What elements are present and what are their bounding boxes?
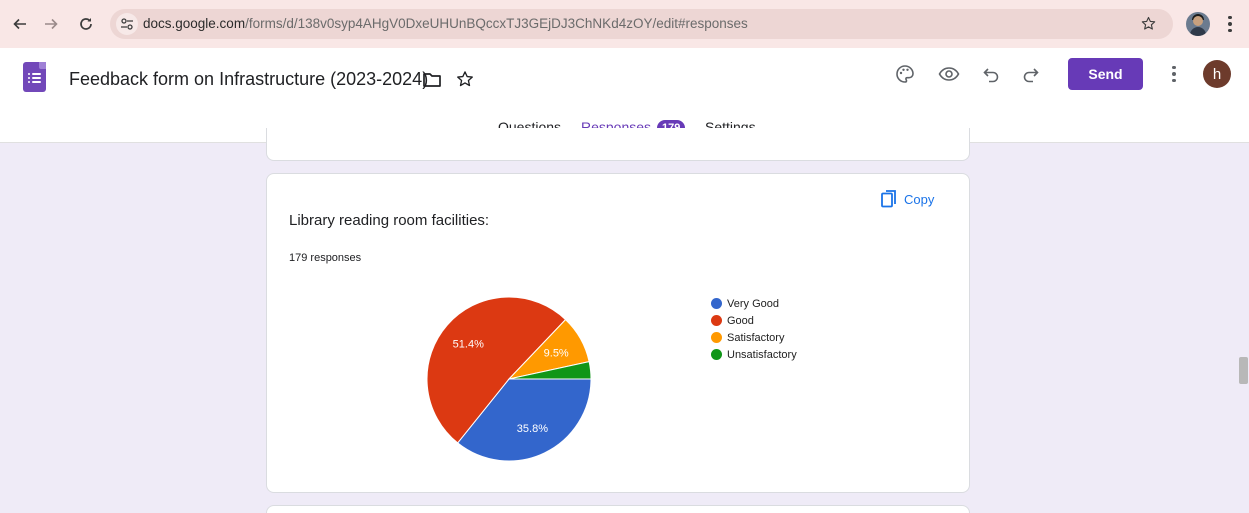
- legend-swatch: [711, 315, 722, 326]
- address-bar[interactable]: docs.google.com/forms/d/138v0syp4AHgV0Dx…: [110, 9, 1173, 39]
- pie-data-label: 35.8%: [517, 423, 548, 435]
- browser-menu-button[interactable]: [1222, 12, 1238, 36]
- legend-item[interactable]: Good: [711, 312, 797, 329]
- tune-icon: [121, 18, 133, 30]
- legend-swatch: [711, 332, 722, 343]
- more-options-button[interactable]: [1166, 62, 1182, 86]
- move-to-folder-button[interactable]: [420, 68, 444, 92]
- arrow-right-icon: [45, 18, 58, 30]
- legend-item[interactable]: Very Good: [711, 295, 797, 312]
- star-outline-icon: [457, 71, 473, 87]
- legend-label: Good: [727, 314, 754, 327]
- site-info-button[interactable]: [116, 13, 138, 35]
- star-outline-icon: [1141, 16, 1156, 30]
- browser-toolbar: docs.google.com/forms/d/138v0syp4AHgV0Dx…: [0, 0, 1249, 48]
- legend-item[interactable]: Unsatisfactory: [711, 346, 797, 363]
- legend-label: Satisfactory: [727, 331, 785, 344]
- scrollbar-thumb[interactable]: [1239, 357, 1248, 384]
- bookmark-button[interactable]: [1140, 15, 1157, 37]
- question-summary-card: Library reading room facilities: 179 res…: [266, 173, 970, 493]
- legend-swatch: [711, 349, 722, 360]
- next-question-card: [266, 505, 970, 513]
- folder-icon: [423, 73, 441, 87]
- pie-chart: 35.8% 51.4% 9.5%: [426, 296, 592, 462]
- send-button[interactable]: Send: [1068, 58, 1143, 90]
- preview-button[interactable]: [937, 62, 961, 86]
- eye-icon: [938, 67, 960, 81]
- legend-label: Very Good: [727, 297, 779, 310]
- form-title[interactable]: Feedback form on Infrastructure (2023-20…: [69, 69, 428, 90]
- previous-question-card: [266, 128, 970, 161]
- pie-data-label: 51.4%: [453, 338, 484, 350]
- url-text: docs.google.com/forms/d/138v0syp4AHgV0Dx…: [143, 16, 748, 31]
- legend-item[interactable]: Satisfactory: [711, 329, 797, 346]
- redo-button[interactable]: [1019, 62, 1043, 86]
- url-host: docs.google.com: [143, 16, 246, 31]
- profile-avatar[interactable]: [1186, 12, 1210, 36]
- palette-icon: [896, 65, 914, 83]
- forms-logo-icon[interactable]: [23, 62, 46, 92]
- back-button[interactable]: [8, 12, 32, 36]
- undo-button[interactable]: [979, 62, 1003, 86]
- account-avatar[interactable]: h: [1203, 60, 1231, 88]
- star-button[interactable]: [453, 67, 477, 91]
- pie-data-label: 9.5%: [544, 348, 569, 360]
- undo-icon: [983, 68, 999, 83]
- legend-label: Unsatisfactory: [727, 348, 797, 361]
- reload-button[interactable]: [74, 12, 98, 36]
- redo-icon: [1023, 68, 1039, 83]
- reload-icon: [80, 18, 92, 30]
- legend-swatch: [711, 298, 722, 309]
- customize-theme-button[interactable]: [893, 62, 917, 86]
- arrow-left-icon: [13, 18, 26, 30]
- forward-button[interactable]: [39, 12, 63, 36]
- url-path: /forms/d/138v0syp4AHgV0DxeUHUnBQccxTJ3GE…: [245, 16, 748, 31]
- chart-legend: Very Good Good Satisfactory Unsatisfactory: [711, 295, 797, 363]
